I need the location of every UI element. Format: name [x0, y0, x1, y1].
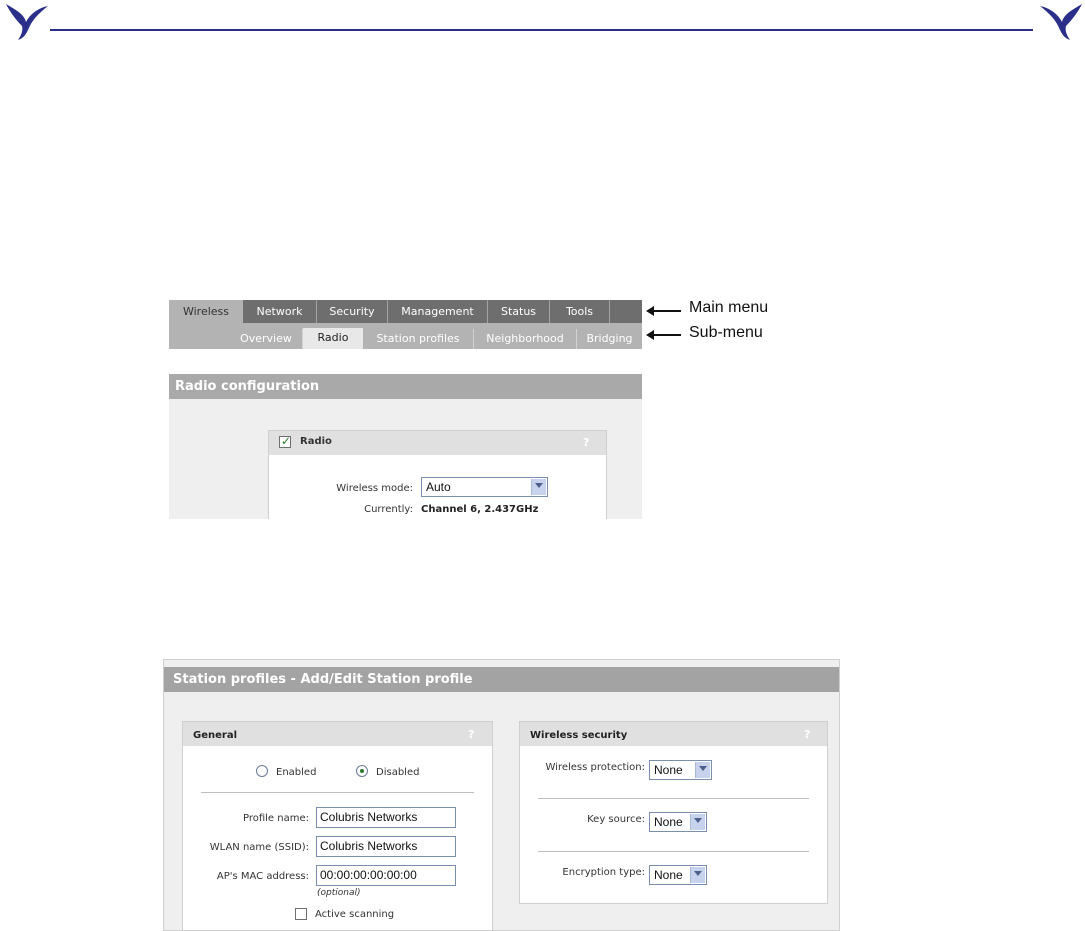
main-menu-callout: Main menu [689, 299, 769, 316]
top-strip [164, 293, 642, 300]
general-panel: General ? Enabled Disabled Profile name:… [182, 721, 493, 930]
disabled-label: Disabled [376, 767, 420, 778]
sub-menu-overview[interactable]: Overview [230, 329, 303, 349]
mac-optional-hint: (optional) [317, 888, 361, 898]
radio-panel-header: ✓ Radio ? [269, 431, 606, 455]
wireless-mode-select[interactable]: Auto [421, 477, 548, 497]
disabled-radio[interactable] [356, 765, 368, 777]
sub-menu: Overview Radio Station profiles Neighbor… [169, 323, 642, 349]
encryption-type-select[interactable]: None [649, 865, 707, 885]
encryption-type-label: Encryption type: [562, 867, 645, 878]
chevron-down-icon [690, 867, 705, 883]
currently-label: Currently: [364, 504, 413, 515]
ssid-label: WLAN name (SSID): [209, 842, 309, 853]
radio-panel-title: Radio [300, 436, 332, 447]
sub-menu-station-profiles[interactable]: Station profiles [363, 329, 474, 349]
radio-panel: ✓ Radio ? Wireless mode: Auto Currently:… [268, 430, 607, 519]
wireless-security-panel: Wireless security ? Wireless protection:… [519, 721, 828, 904]
active-scanning-checkbox[interactable] [295, 908, 307, 920]
key-source-label: Key source: [587, 814, 645, 825]
chevron-down-icon [690, 814, 705, 830]
chevron-down-icon [695, 762, 710, 778]
main-menu-management[interactable]: Management [388, 300, 488, 323]
wireless-mode-value: Auto [426, 480, 451, 494]
page-title: Radio configuration [169, 374, 642, 399]
general-panel-title: General [193, 730, 237, 741]
station-profile-screenshot: Station profiles - Add/Edit Station prof… [163, 659, 840, 931]
main-menu-tools[interactable]: Tools [550, 300, 610, 323]
key-source-value: None [654, 815, 683, 829]
current-channel-value: Channel 6, 2.437GHz [421, 504, 539, 515]
sub-menu-bridging[interactable]: Bridging [577, 329, 642, 349]
swift-bird-logo-left [6, 4, 48, 40]
help-icon[interactable]: ? [468, 728, 474, 741]
sub-menu-neighborhood[interactable]: Neighborhood [474, 329, 577, 349]
main-menu-security[interactable]: Security [317, 300, 388, 323]
main-menu-status[interactable]: Status [488, 300, 550, 323]
ssid-input[interactable]: Colubris Networks [316, 836, 456, 857]
main-menu-arrow-icon [646, 306, 681, 316]
chevron-down-icon [531, 479, 546, 495]
radio-config-screenshot: Wireless Network Security Management Sta… [164, 293, 642, 519]
key-source-select[interactable]: None [649, 812, 707, 832]
mac-address-label: AP's MAC address: [216, 871, 309, 882]
enabled-radio[interactable] [256, 765, 268, 777]
page-title: Station profiles - Add/Edit Station prof… [164, 667, 839, 692]
wireless-security-title: Wireless security [530, 730, 628, 741]
main-menu-wireless[interactable]: Wireless [169, 300, 243, 323]
sub-menu-callout: Sub-menu [689, 324, 763, 341]
help-icon[interactable]: ? [804, 728, 810, 741]
enabled-label: Enabled [276, 767, 317, 778]
wireless-protection-select[interactable]: None [649, 760, 712, 780]
sub-menu-radio[interactable]: Radio [303, 328, 363, 349]
wireless-protection-value: None [654, 763, 683, 777]
radio-enable-checkbox[interactable]: ✓ [279, 434, 292, 448]
encryption-type-value: None [654, 868, 683, 882]
main-menu-network[interactable]: Network [243, 300, 317, 323]
wireless-mode-label: Wireless mode: [336, 483, 413, 494]
sub-menu-arrow-icon [646, 330, 681, 340]
help-icon[interactable]: ? [583, 436, 589, 449]
wireless-protection-label: Wireless protection: [545, 762, 645, 773]
active-scanning-label: Active scanning [315, 909, 395, 920]
divider [201, 792, 474, 793]
profile-name-label: Profile name: [242, 813, 309, 824]
divider [538, 851, 809, 852]
header-rule [50, 29, 1033, 31]
profile-name-input[interactable]: Colubris Networks [316, 807, 456, 828]
mac-address-input[interactable]: 00:00:00:00:00:00 [316, 865, 456, 886]
main-menu: Wireless Network Security Management Sta… [169, 300, 642, 323]
checkmark-icon: ✓ [281, 434, 292, 448]
wireless-security-header: Wireless security ? [520, 722, 827, 746]
swift-bird-logo-right [1040, 4, 1082, 40]
radio-selected-dot [360, 769, 364, 773]
divider [538, 798, 809, 799]
general-panel-header: General ? [183, 722, 492, 746]
